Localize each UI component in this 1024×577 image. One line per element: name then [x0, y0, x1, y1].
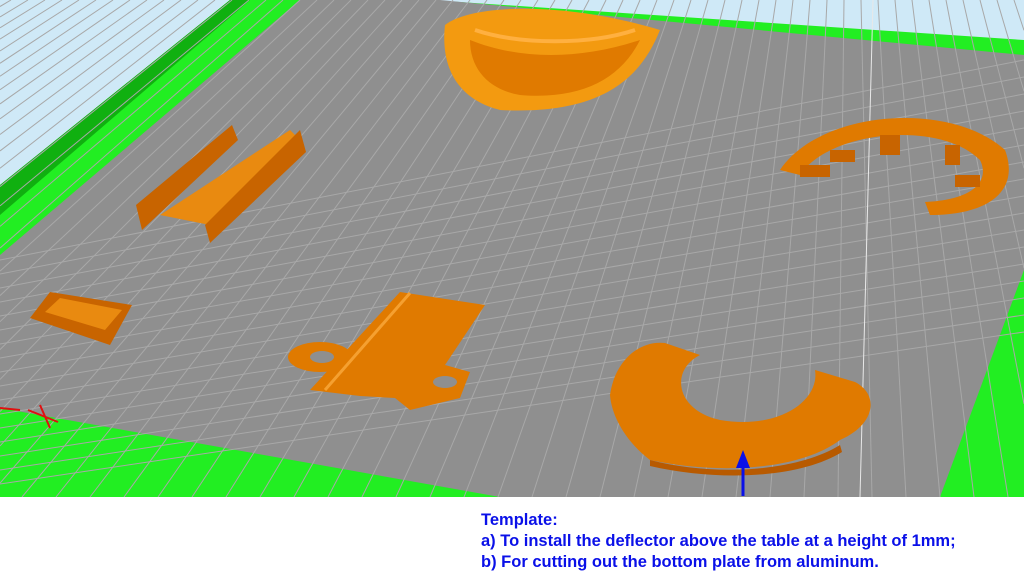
annotation-caption: Template: a) To install the deflector ab… — [481, 510, 956, 573]
3d-viewport[interactable] — [0, 0, 1024, 497]
caption-line-a: a) To install the deflector above the ta… — [481, 532, 956, 550]
caption-title: Template: — [481, 511, 558, 529]
caption-line-b: b) For cutting out the bottom plate from… — [481, 553, 879, 571]
